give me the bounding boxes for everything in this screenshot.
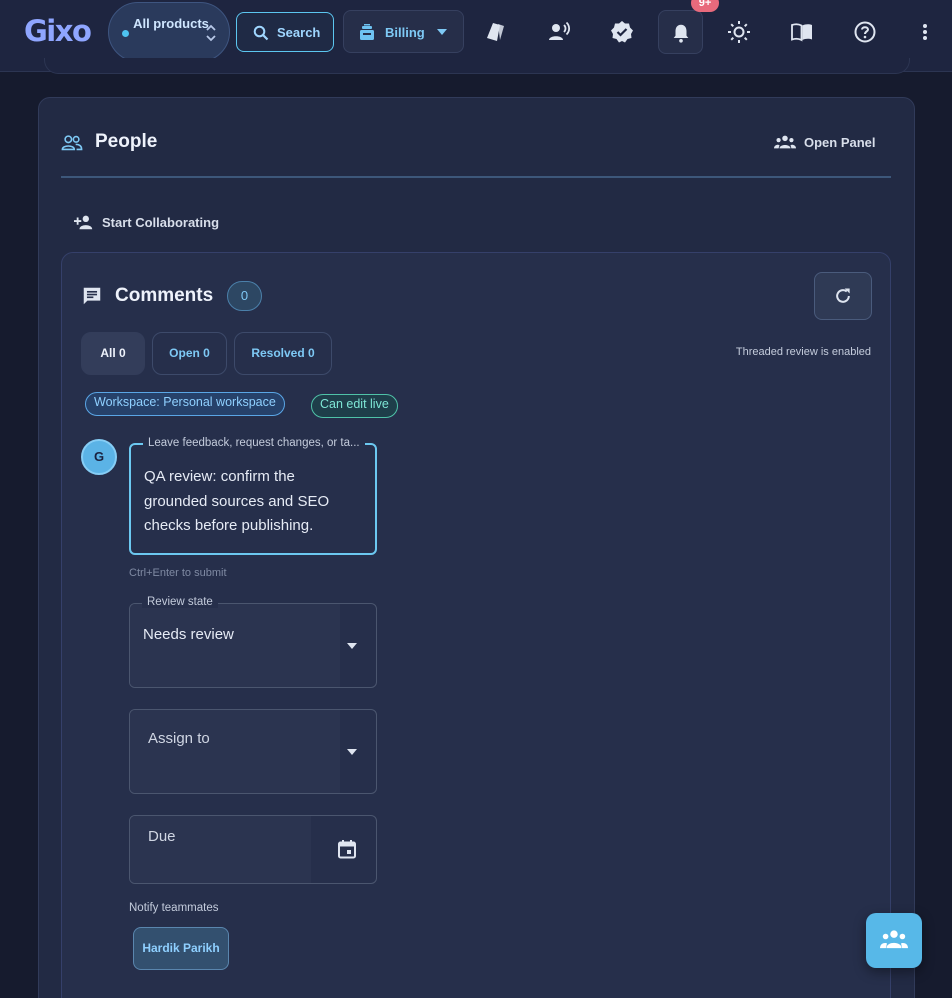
submit-hint: Ctrl+Enter to submit xyxy=(129,567,227,579)
search-icon xyxy=(253,25,269,41)
comments-count-badge: 0 xyxy=(227,281,262,311)
search-button[interactable]: Search xyxy=(236,12,334,52)
product-selector-label: All products xyxy=(133,16,209,31)
comment-input-label: Leave feedback, request changes, or ta..… xyxy=(143,437,365,449)
section-divider xyxy=(61,176,891,178)
start-collaborating-label: Start Collaborating xyxy=(102,215,220,230)
due-date-field[interactable]: Due xyxy=(129,815,377,884)
due-placeholder: Due xyxy=(148,828,176,845)
assign-to-placeholder: Assign to xyxy=(148,730,210,747)
calendar-icon[interactable] xyxy=(337,839,357,859)
permission-chip: Can edit live xyxy=(311,394,398,418)
verified-icon[interactable] xyxy=(610,20,634,44)
open-panel-label: Open Panel xyxy=(804,135,876,150)
dropdown-arrow-icon xyxy=(347,643,357,649)
review-state-value: Needs review xyxy=(143,626,234,643)
workspace-chip: Workspace: Personal workspace xyxy=(85,392,285,416)
previous-panel-edge xyxy=(44,58,910,74)
billing-menu-button[interactable]: Billing xyxy=(343,10,464,53)
people-icon xyxy=(61,135,83,151)
comments-title: Comments xyxy=(115,285,214,306)
person-add-icon xyxy=(74,215,93,230)
teammate-chip[interactable]: Hardik Parikh xyxy=(133,927,229,970)
comment-icon xyxy=(83,287,101,305)
assign-to-select[interactable]: Assign to xyxy=(129,709,377,794)
comment-input-value[interactable]: QA review: confirm the grounded sources … xyxy=(144,465,362,539)
tab-resolved[interactable]: Resolved 0 xyxy=(234,332,332,375)
comment-input[interactable]: Leave feedback, request changes, or ta..… xyxy=(129,437,377,555)
avatar: G xyxy=(81,439,117,475)
group-icon xyxy=(774,135,796,149)
product-selector[interactable]: All products xyxy=(108,2,230,62)
help-icon[interactable] xyxy=(853,20,877,44)
bell-icon xyxy=(673,24,689,43)
book-icon[interactable] xyxy=(790,20,814,44)
review-state-select[interactable]: Review state Needs review xyxy=(129,596,377,688)
unfold-icon xyxy=(206,24,216,42)
dropdown-arrow-icon xyxy=(347,749,357,755)
caret-down-icon xyxy=(437,29,447,35)
people-title: People xyxy=(95,131,158,152)
search-button-label: Search xyxy=(277,25,321,40)
sun-icon[interactable] xyxy=(727,20,751,44)
notify-teammates-label: Notify teammates xyxy=(129,902,219,914)
refresh-icon xyxy=(836,288,850,303)
group-icon xyxy=(880,930,908,949)
notification-badge: 9+ xyxy=(691,0,719,12)
refresh-button[interactable] xyxy=(814,272,872,320)
review-state-label: Review state xyxy=(142,596,218,608)
more-vert-icon[interactable] xyxy=(913,20,937,44)
collaborators-fab[interactable] xyxy=(866,913,922,968)
billing-icon xyxy=(360,24,374,40)
tab-all[interactable]: All 0 xyxy=(81,332,145,375)
threaded-review-status: Threaded review is enabled xyxy=(735,346,871,358)
select-fill xyxy=(130,604,340,687)
billing-menu-label: Billing xyxy=(385,25,425,40)
tab-open[interactable]: Open 0 xyxy=(152,332,227,375)
notifications-button[interactable] xyxy=(658,10,703,54)
app-logo[interactable]: Gixo xyxy=(24,14,92,48)
cards-icon[interactable] xyxy=(484,20,508,44)
voice-icon[interactable] xyxy=(547,20,571,44)
status-dot xyxy=(122,30,129,37)
select-fill xyxy=(130,710,340,793)
date-fill xyxy=(130,816,311,883)
